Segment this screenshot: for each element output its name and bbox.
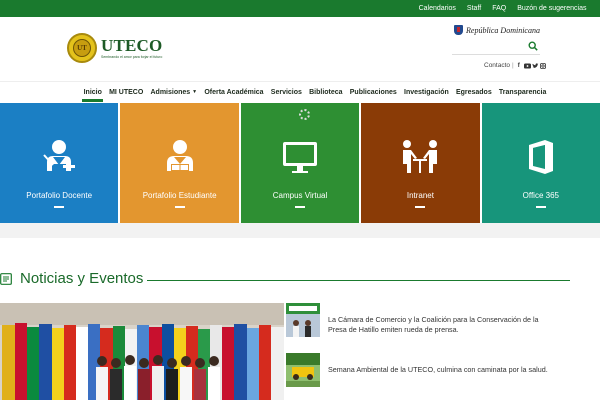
nav-label: Investigación bbox=[404, 88, 449, 96]
tile-underline bbox=[174, 206, 185, 208]
tile-label: Office 365 bbox=[522, 191, 559, 200]
main-navigation: Inicio MI UTECO Admisiones ▼ Oferta Acadé… bbox=[0, 81, 600, 102]
news-section-title: Noticias y Eventos bbox=[20, 270, 144, 287]
tile-office-365[interactable]: Office 365 bbox=[481, 103, 600, 223]
logo-tagline: Sembrando el amor para forjar el futuro bbox=[101, 55, 163, 59]
nav-item-investigacion[interactable]: Investigación bbox=[400, 82, 452, 102]
nav-label: MI UTECO bbox=[109, 88, 144, 96]
nav-item-oferta-academica[interactable]: Oferta Académica bbox=[201, 82, 267, 102]
coat-of-arms-icon bbox=[454, 25, 463, 35]
tile-campus-virtual[interactable]: Campus Virtual bbox=[240, 103, 360, 223]
nav-item-mi-uteco[interactable]: MI UTECO bbox=[105, 82, 146, 102]
loading-spinner-icon bbox=[298, 109, 310, 120]
news-title-rule bbox=[147, 280, 570, 281]
nav-label: Oferta Académica bbox=[204, 88, 264, 96]
search-icon[interactable] bbox=[528, 41, 538, 51]
university-seal-icon: UT bbox=[67, 33, 97, 63]
topbar-link-faq[interactable]: FAQ bbox=[487, 5, 512, 12]
tile-intranet[interactable]: Intranet bbox=[361, 103, 480, 223]
news-list: La Cámara de Comercio y la Coalición par… bbox=[286, 303, 596, 400]
republica-label: República Dominicana bbox=[466, 25, 540, 35]
tile-underline bbox=[415, 206, 426, 208]
top-utility-bar: Calendarios Staff FAQ Buzón de sugerenci… bbox=[0, 0, 600, 17]
nav-item-servicios[interactable]: Servicios bbox=[267, 82, 305, 102]
tile-portafolio-estudiante[interactable]: Portafolio Estudiante bbox=[120, 103, 239, 223]
student-icon bbox=[166, 140, 193, 171]
logo-name: UTECO bbox=[101, 36, 163, 55]
teacher-icon bbox=[43, 140, 76, 171]
contact-link[interactable]: Contacto bbox=[484, 62, 510, 69]
tile-underline bbox=[535, 206, 546, 208]
news-thumbnail[interactable] bbox=[286, 303, 320, 337]
topbar-link-calendarios[interactable]: Calendarios bbox=[413, 5, 461, 12]
instagram-icon[interactable] bbox=[539, 62, 546, 69]
facebook-icon[interactable]: f bbox=[516, 63, 522, 69]
newspaper-icon bbox=[0, 272, 12, 285]
featured-news-photo[interactable] bbox=[0, 303, 284, 400]
republica-dominicana-badge: República Dominicana bbox=[454, 25, 540, 35]
news-item[interactable]: Semana Ambiental de la UTECO, culmina co… bbox=[286, 353, 596, 398]
news-section-header: Noticias y Eventos bbox=[0, 270, 143, 287]
tile-label: Portafolio Estudiante bbox=[142, 191, 217, 200]
tile-underline bbox=[295, 206, 306, 208]
nav-item-admisiones[interactable]: Admisiones ▼ bbox=[147, 82, 201, 102]
nav-item-publicaciones[interactable]: Publicaciones bbox=[346, 82, 400, 102]
search-input[interactable] bbox=[452, 43, 524, 50]
tile-underline bbox=[54, 206, 65, 208]
nav-label: Egresados bbox=[455, 88, 492, 96]
nav-label: Admisiones bbox=[150, 88, 191, 96]
tile-portafolio-docente[interactable]: Portafolio Docente bbox=[0, 103, 119, 223]
nav-item-transparencia[interactable]: Transparencia bbox=[495, 82, 550, 102]
twitter-icon[interactable] bbox=[532, 62, 539, 69]
uteco-logo[interactable]: UT UTECO Sembrando el amor para forjar e… bbox=[67, 33, 162, 63]
tile-label: Campus Virtual bbox=[272, 191, 328, 200]
office-icon bbox=[528, 140, 553, 174]
site-header: UT UTECO Sembrando el amor para forjar e… bbox=[0, 17, 600, 81]
news-headline[interactable]: La Cámara de Comercio y la Coalición par… bbox=[328, 315, 554, 335]
seal-monogram: UT bbox=[73, 39, 91, 57]
contact-row: Contacto | f bbox=[484, 62, 546, 69]
news-headline[interactable]: Semana Ambiental de la UTECO, culmina co… bbox=[328, 365, 554, 375]
youtube-icon[interactable] bbox=[523, 63, 531, 69]
chevron-down-icon: ▼ bbox=[192, 89, 198, 95]
quick-access-tiles: Portafolio Docente Portafolio Estudiante bbox=[0, 103, 600, 223]
nav-label: Biblioteca bbox=[309, 88, 343, 96]
nav-item-inicio[interactable]: Inicio bbox=[80, 82, 105, 102]
tile-label: Intranet bbox=[406, 191, 434, 200]
nav-item-egresados[interactable]: Egresados bbox=[452, 82, 495, 102]
meeting-icon bbox=[403, 140, 438, 173]
nav-label: Servicios bbox=[270, 88, 302, 96]
tile-label: Portafolio Docente bbox=[26, 191, 93, 200]
nav-label: Transparencia bbox=[498, 88, 547, 96]
nav-item-biblioteca[interactable]: Biblioteca bbox=[306, 82, 347, 102]
news-thumbnail[interactable] bbox=[286, 353, 320, 387]
news-item[interactable]: La Cámara de Comercio y la Coalición par… bbox=[286, 303, 596, 348]
nav-label: Inicio bbox=[83, 88, 102, 96]
topbar-link-buzon[interactable]: Buzón de sugerencias bbox=[512, 5, 592, 12]
section-divider-strip bbox=[0, 223, 600, 238]
monitor-icon bbox=[283, 142, 318, 173]
search-box bbox=[452, 39, 540, 55]
nav-label: Publicaciones bbox=[349, 88, 397, 96]
topbar-link-staff[interactable]: Staff bbox=[461, 5, 486, 12]
